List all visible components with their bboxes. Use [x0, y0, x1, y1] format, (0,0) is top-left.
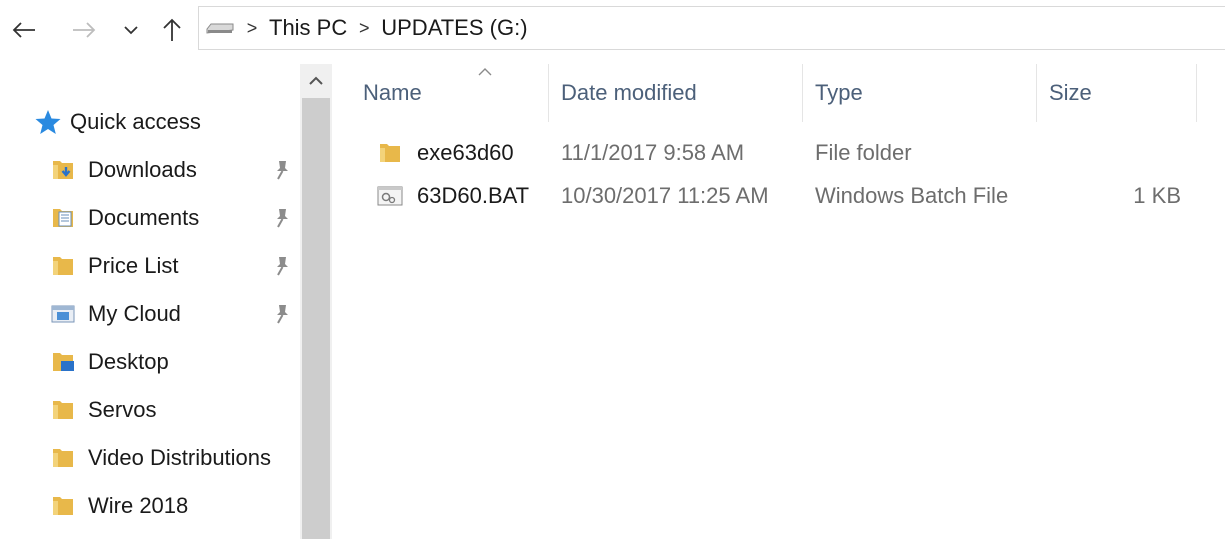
sidebar-item-label: Wire 2018 — [88, 493, 189, 518]
up-arrow-icon — [163, 18, 181, 41]
navigation-pane: Quick access Downloads Documents Price L… — [0, 64, 333, 539]
batch-file-icon — [377, 186, 403, 206]
sidebar-item-label: Documents — [88, 205, 200, 230]
sidebar-item-label: Servos — [88, 397, 157, 422]
column-headers: Name Date modified Type Size — [333, 64, 1225, 122]
pin-icon[interactable] — [272, 302, 292, 326]
file-row-exe63d60[interactable]: exe63d60 11/1/2017 9:58 AM File folder — [333, 133, 1225, 173]
scrollbar-thumb[interactable] — [302, 98, 330, 539]
file-list: Name Date modified Type Size exe63d60 11… — [333, 64, 1225, 539]
folder-icon — [48, 251, 78, 281]
sidebar-item-label: Desktop — [88, 349, 169, 374]
sidebar-item-servos[interactable]: Servos — [48, 390, 298, 430]
sort-ascending-icon — [478, 68, 492, 76]
quick-access-label: Quick access — [70, 109, 201, 134]
file-row-63d60-bat[interactable]: 63D60.BAT 10/30/2017 11:25 AM Windows Ba… — [333, 176, 1225, 216]
file-name: 63D60.BAT — [417, 183, 530, 208]
breadcrumb-separator[interactable]: > — [349, 6, 379, 50]
chevron-up-icon — [309, 76, 323, 85]
back-arrow-icon — [12, 22, 35, 38]
sidebar-item-label: Video Distributions — [88, 445, 272, 470]
column-header-size[interactable]: Size — [1036, 64, 1196, 122]
address-bar[interactable]: > This PC > UPDATES (G:) — [198, 6, 1225, 50]
folder-icon — [48, 395, 78, 425]
column-divider[interactable] — [1196, 64, 1197, 122]
pin-icon[interactable] — [272, 206, 292, 230]
downloads-folder-icon — [48, 155, 78, 185]
desktop-folder-icon — [48, 347, 78, 377]
recent-locations-button[interactable] — [116, 10, 146, 50]
usb-drive-icon — [203, 6, 237, 50]
file-name: exe63d60 — [417, 140, 514, 165]
forward-arrow-icon — [73, 22, 96, 38]
folder-icon — [48, 491, 78, 521]
sidebar-item-documents[interactable]: Documents — [48, 198, 298, 238]
chevron-down-icon — [124, 26, 138, 35]
sidebar-item-desktop[interactable]: Desktop — [48, 342, 298, 382]
sidebar-item-price-list[interactable]: Price List — [48, 246, 298, 286]
sidebar-item-label: My Cloud — [88, 301, 181, 326]
cloud-drive-icon — [48, 299, 78, 329]
back-button[interactable] — [4, 10, 44, 50]
sidebar-item-my-cloud[interactable]: My Cloud — [48, 294, 298, 334]
sidebar-item-wire-2018[interactable]: Wire 2018 — [48, 486, 298, 526]
column-header-label: Name — [363, 80, 422, 105]
file-type: Windows Batch File — [815, 183, 1009, 208]
navigation-bar: > This PC > UPDATES (G:) — [0, 0, 1225, 58]
column-header-date-modified[interactable]: Date modified — [548, 64, 802, 122]
file-size: 1 KB — [1133, 183, 1181, 208]
pin-icon[interactable] — [272, 158, 292, 182]
sidebar-item-video-distributions[interactable]: Video Distributions — [48, 438, 298, 478]
sidebar-item-label: Downloads — [88, 157, 197, 182]
pin-icon[interactable] — [272, 254, 292, 278]
breadcrumb-updates-drive[interactable]: UPDATES (G:) — [379, 6, 529, 50]
breadcrumb-this-pc[interactable]: This PC — [267, 6, 349, 50]
folder-icon — [48, 443, 78, 473]
quick-access-item[interactable]: Quick access — [34, 104, 201, 140]
file-date-modified: 11/1/2017 9:58 AM — [561, 140, 745, 165]
forward-button[interactable] — [64, 10, 104, 50]
file-type: File folder — [815, 140, 912, 165]
scroll-up-button[interactable] — [300, 64, 332, 98]
sidebar-item-label: Price List — [88, 253, 179, 278]
file-date-modified: 10/30/2017 11:25 AM — [561, 183, 769, 208]
documents-folder-icon — [48, 203, 78, 233]
column-header-name[interactable]: Name — [363, 64, 547, 122]
file-size — [1049, 133, 1181, 173]
column-header-type[interactable]: Type — [802, 64, 1036, 122]
breadcrumb-separator[interactable]: > — [237, 6, 267, 50]
sidebar-item-downloads[interactable]: Downloads — [48, 150, 298, 190]
star-icon — [35, 110, 61, 134]
folder-icon — [380, 144, 400, 162]
up-button[interactable] — [152, 10, 192, 50]
navigation-pane-scrollbar[interactable] — [300, 64, 332, 539]
